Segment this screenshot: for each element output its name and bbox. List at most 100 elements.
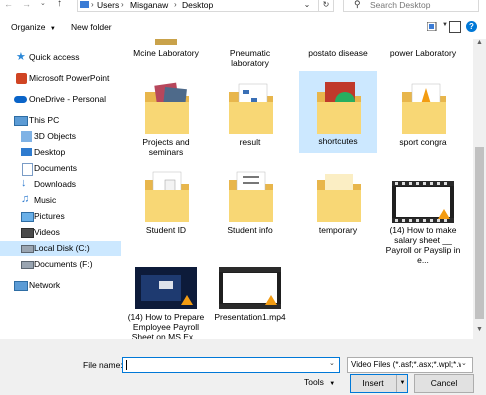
view-dropdown-icon[interactable]: ▼ [442, 22, 448, 28]
breadcrumb-users[interactable]: Users [97, 0, 119, 10]
nav-item-local-disk-c[interactable]: Local Disk (C:) [0, 241, 121, 256]
file-item[interactable]: result [211, 75, 289, 159]
back-icon[interactable]: ← [4, 0, 13, 9]
file-name: result [239, 137, 261, 147]
cancel-button[interactable]: Cancel [414, 374, 474, 393]
scroll-down-icon[interactable]: ▼ [473, 326, 486, 339]
breadcrumb-desktop[interactable]: Desktop [182, 0, 213, 10]
nav-item-documents-f[interactable]: Documents (F:) [0, 257, 121, 272]
scroll-up-icon[interactable]: ▲ [473, 39, 486, 52]
file-item[interactable]: sport congra [384, 75, 462, 159]
file-item[interactable]: postato disease [299, 39, 377, 61]
vertical-scrollbar[interactable]: ▲ ▼ [473, 39, 486, 339]
nav-item-pictures[interactable]: Pictures [0, 209, 121, 224]
file-item[interactable]: shortcutes [299, 71, 377, 153]
nav-item-network[interactable]: Network [0, 278, 121, 293]
file-type-filter[interactable]: Video Files (*.asf;*.asx;*.wpl;*.w ⌄ [347, 357, 473, 373]
folder-icon [223, 78, 279, 136]
nav-label: Documents (F:) [34, 259, 93, 269]
nav-label: This PC [29, 115, 60, 125]
tools-button[interactable]: Tools ▼ [304, 377, 335, 387]
separator-icon: › [121, 0, 124, 9]
nav-label: Pictures [34, 211, 65, 221]
file-type-value: Video Files (*.asf;*.asx;*.wpl;*.w [351, 360, 465, 369]
address-dropdown-icon[interactable]: ⌄ [300, 0, 314, 11]
file-name-label: File name: [83, 360, 123, 370]
3d-objects-icon [21, 131, 32, 142]
chevron-down-icon: ⌄ [461, 359, 467, 367]
chevron-down-icon[interactable]: ⌄ [329, 359, 335, 367]
tools-label: Tools [304, 377, 324, 387]
search-icon: ⚲ [354, 0, 361, 9]
separator-icon: › [91, 0, 94, 9]
nav-item-desktop[interactable]: Desktop [0, 145, 121, 160]
folder-icon [223, 166, 279, 224]
star-icon: ★ [16, 51, 26, 63]
file-name-field[interactable]: ⌄ [122, 357, 340, 373]
view-options-icon[interactable] [426, 21, 439, 32]
refresh-icon[interactable]: ↻ [318, 0, 333, 11]
preview-pane-icon[interactable] [449, 21, 461, 33]
onedrive-icon [14, 96, 27, 103]
insert-dropdown-icon[interactable]: ▼ [396, 375, 408, 392]
file-item[interactable]: Projects and seminars [127, 75, 205, 159]
file-item[interactable]: Pneumatic laboratory [211, 39, 289, 71]
scroll-thumb[interactable] [475, 147, 484, 319]
videos-icon [21, 228, 34, 238]
file-name: (14) How to Prepare Employee Payroll She… [127, 312, 205, 339]
nav-item-onedrive[interactable]: OneDrive - Personal [0, 92, 121, 107]
nav-item-music[interactable]: ♫ Music [0, 193, 121, 208]
video-thumbnail-icon [219, 267, 281, 309]
file-name: Projects and seminars [142, 137, 190, 157]
organize-button[interactable]: Organize ▼ [11, 22, 56, 32]
file-name: Student info [227, 225, 273, 235]
nav-item-3d-objects[interactable]: 3D Objects [0, 129, 121, 144]
file-item[interactable]: Presentation1.mp4 [211, 265, 289, 339]
nav-item-documents[interactable]: Documents [0, 161, 121, 176]
file-item[interactable]: (14) How to Prepare Employee Payroll She… [127, 265, 205, 339]
folder-icon [139, 166, 195, 224]
file-name: Presentation1.mp4 [214, 312, 286, 322]
text-cursor [126, 360, 127, 370]
nav-item-quick-access[interactable]: ★ Quick access [0, 50, 121, 65]
folder-icon [396, 78, 452, 136]
file-item[interactable]: (14) How to make salary sheet __ Payroll… [384, 163, 462, 265]
computer-icon [14, 116, 28, 126]
file-item[interactable]: Student ID [127, 163, 205, 247]
file-name: Student ID [145, 225, 187, 235]
breadcrumb-misganaw[interactable]: Misganaw [130, 0, 168, 10]
separator-icon: › [174, 0, 177, 9]
file-name: shortcutes [318, 136, 358, 146]
file-item[interactable]: temporary [299, 163, 377, 247]
command-bar: Organize ▼ New folder ▼ ? [0, 13, 486, 39]
desktop-icon [21, 148, 32, 156]
powerpoint-icon [16, 73, 27, 84]
chevron-down-icon: ▼ [329, 381, 336, 387]
forward-icon[interactable]: → [22, 0, 31, 9]
file-item[interactable]: Mcine Laboratory [127, 39, 205, 71]
help-icon[interactable]: ? [466, 21, 477, 32]
folder-icon [311, 166, 367, 224]
recent-locations-icon[interactable]: ⌄ [40, 0, 46, 7]
file-item[interactable]: Student info [211, 163, 289, 247]
up-icon[interactable]: ↑ [57, 0, 62, 9]
nav-item-downloads[interactable]: ↓ Downloads [0, 177, 121, 192]
nav-label: OneDrive - Personal [29, 94, 107, 104]
file-item[interactable]: power Laboratory [384, 39, 462, 71]
folder-icon [311, 78, 367, 136]
new-folder-button[interactable]: New folder [71, 22, 112, 32]
file-list: Mcine Laboratory Pneumatic laboratory po… [121, 39, 473, 339]
nav-label: Network [29, 280, 61, 290]
search-input[interactable]: ⚲ Search Desktop [343, 0, 479, 12]
nav-label: Documents [34, 163, 77, 173]
nav-label: Videos [34, 227, 60, 237]
nav-item-microsoft-powerpoint[interactable]: Microsoft PowerPoint [0, 71, 121, 86]
nav-item-this-pc[interactable]: This PC [0, 113, 121, 128]
nav-item-videos[interactable]: Videos [0, 225, 121, 240]
nav-label: Desktop [34, 147, 66, 157]
nav-label: 3D Objects [34, 131, 77, 141]
insert-button[interactable]: Insert ▼ [350, 374, 408, 393]
network-icon [14, 281, 28, 291]
address-box[interactable]: › Users › Misganaw › Desktop ⌄ ↻ [77, 0, 334, 12]
chevron-down-icon: ▼ [49, 26, 56, 32]
